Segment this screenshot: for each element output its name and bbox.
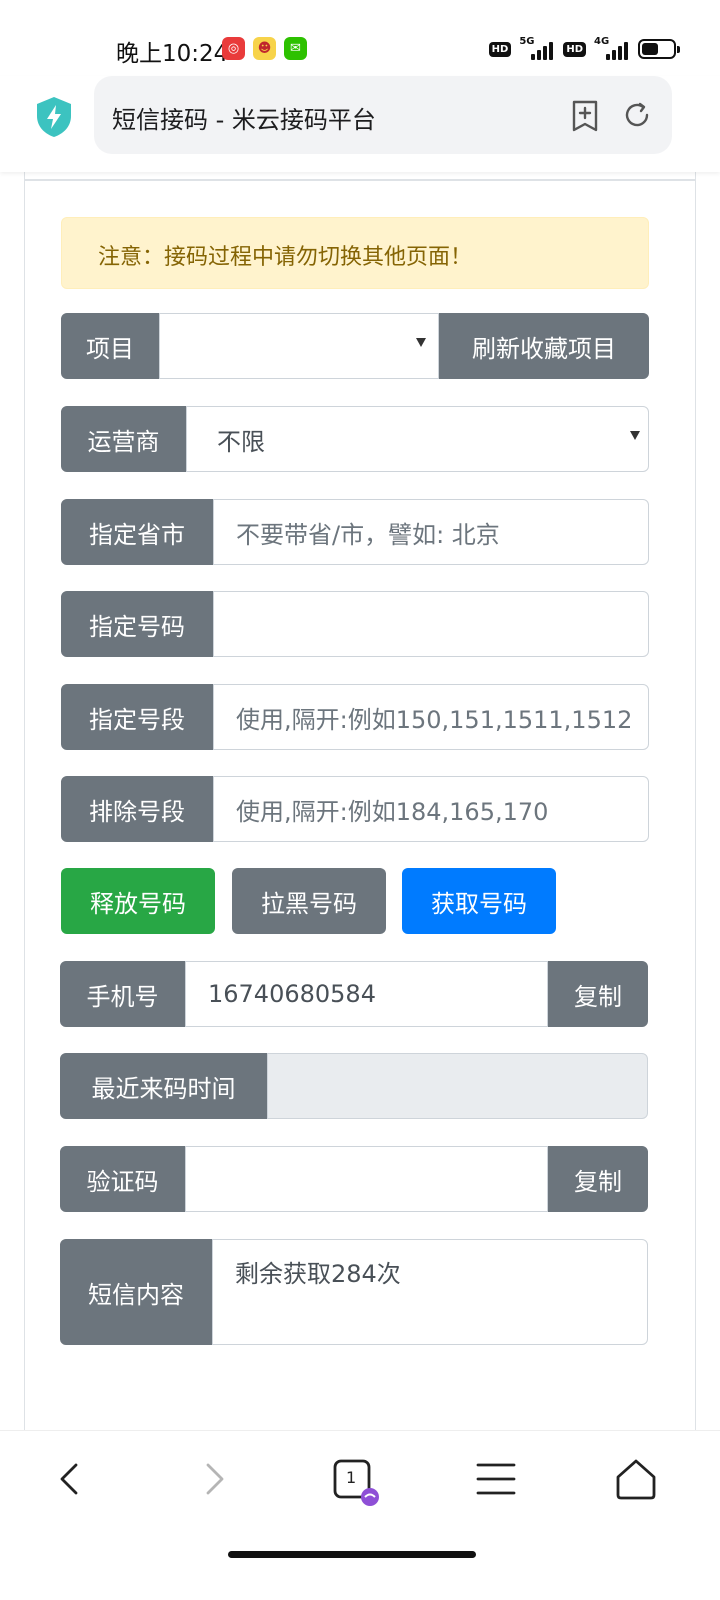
sms-content-textarea[interactable]: 剩余获取284次: [212, 1239, 648, 1345]
project-row: 项目 刷新收藏项目: [61, 313, 649, 379]
url-field[interactable]: 短信接码 - 米云接码平台: [94, 76, 672, 154]
code-row: 验证码 复制: [60, 1146, 648, 1212]
province-label: 指定省市: [61, 499, 213, 565]
back-icon[interactable]: [48, 1457, 92, 1501]
chevron-down-icon: [630, 431, 640, 440]
number-label: 指定号码: [61, 591, 213, 657]
code-input[interactable]: [185, 1146, 548, 1212]
home-indicator[interactable]: [228, 1551, 476, 1558]
hd-badge-2: HD: [563, 41, 586, 57]
segment-input[interactable]: 使用,隔开:例如150,151,1511,1512: [213, 684, 649, 750]
operator-select-value: 不限: [217, 427, 265, 456]
page-title: 短信接码 - 米云接码平台: [112, 106, 376, 134]
get-number-button[interactable]: 获取号码: [402, 868, 556, 934]
network-type-label-2: 4G: [594, 36, 610, 47]
reload-icon[interactable]: [622, 100, 652, 130]
last-code-time-row: 最近来码时间: [60, 1053, 648, 1119]
last-code-time-field: [267, 1053, 648, 1119]
province-input[interactable]: 不要带省/市，譬如: 北京: [213, 499, 649, 565]
exclude-input[interactable]: 使用,隔开:例如184,165,170: [213, 776, 649, 842]
project-select[interactable]: [159, 313, 439, 379]
segment-row: 指定号段 使用,隔开:例如150,151,1511,1512: [61, 684, 649, 750]
operator-label: 运营商: [61, 406, 186, 472]
copy-code-button[interactable]: 复制: [548, 1146, 648, 1212]
exclude-row: 排除号段 使用,隔开:例如184,165,170: [61, 776, 649, 842]
blacklist-number-button[interactable]: 拉黑号码: [232, 868, 386, 934]
forward-icon[interactable]: [192, 1457, 236, 1501]
hd-badge: HD: [488, 41, 512, 57]
game-app-icon: ☻: [253, 37, 276, 60]
status-bar: 晚上10:24 ◎ ☻ ✉ HD 5G HD 4G: [0, 0, 720, 76]
sms-row: 短信内容 剩余获取284次: [60, 1239, 648, 1345]
tabs-button[interactable]: 1: [332, 1457, 380, 1507]
home-icon[interactable]: [614, 1457, 658, 1501]
signal-4g-icon: 4G: [592, 36, 632, 60]
add-bookmark-icon[interactable]: [570, 100, 600, 132]
number-row: 指定号码: [61, 591, 649, 657]
release-number-button[interactable]: 释放号码: [61, 868, 215, 934]
refresh-favorites-button[interactable]: 刷新收藏项目: [439, 313, 649, 379]
phone-input[interactable]: 16740680584: [185, 961, 548, 1027]
browser-bottom-nav: 1: [0, 1430, 720, 1600]
number-input[interactable]: [213, 591, 649, 657]
card-divider: [25, 179, 695, 181]
code-label: 验证码: [60, 1146, 185, 1212]
phone-row: 手机号 16740680584 复制: [60, 961, 648, 1027]
province-row: 指定省市 不要带省/市，譬如: 北京: [61, 499, 649, 565]
last-code-time-label: 最近来码时间: [60, 1053, 267, 1119]
menu-icon[interactable]: [474, 1457, 518, 1501]
project-label: 项目: [61, 313, 159, 379]
status-indicators: HD 5G HD 4G: [488, 36, 680, 62]
copy-phone-button[interactable]: 复制: [548, 961, 648, 1027]
exclude-label: 排除号段: [61, 776, 213, 842]
phone-label: 手机号: [60, 961, 185, 1027]
battery-icon: [638, 39, 680, 59]
tab-count: 1: [346, 1468, 357, 1487]
operator-select[interactable]: 不限: [186, 406, 649, 472]
wechat-icon: ✉: [284, 37, 307, 60]
sms-label: 短信内容: [60, 1239, 212, 1345]
browser-address-bar: 短信接码 - 米云接码平台: [0, 76, 720, 172]
security-shield-icon[interactable]: [35, 96, 73, 138]
segment-label: 指定号段: [61, 684, 213, 750]
status-time: 晚上10:24: [116, 41, 229, 67]
warning-alert: 注意：接码过程中请勿切换其他页面！: [61, 217, 649, 289]
chevron-down-icon: [416, 338, 426, 347]
network-type-label: 5G: [519, 36, 535, 47]
netease-music-icon: ◎: [222, 37, 245, 60]
operator-row: 运营商 不限: [61, 406, 649, 472]
signal-5g-icon: 5G: [517, 36, 557, 60]
